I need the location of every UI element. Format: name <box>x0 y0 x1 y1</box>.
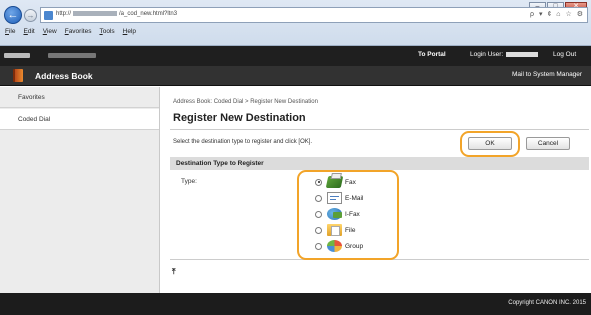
email-icon <box>327 192 342 204</box>
radio-file[interactable] <box>315 226 322 234</box>
copyright-text: Copyright CANON INC. 2015 <box>508 300 586 306</box>
home-icon[interactable]: ⌂ <box>556 11 560 18</box>
type-label: Type: <box>181 178 197 185</box>
option-label: E-Mail <box>345 194 364 202</box>
menu-edit[interactable]: Edit <box>24 26 35 38</box>
sidebar: Favorites Coded Dial <box>0 87 160 293</box>
browser-menu-bar: File Edit View Favorites Tools Help <box>0 26 136 38</box>
address-tools: ρ ▾ ¢ ⌂ ☆ ⚙ <box>527 10 583 18</box>
title-divider <box>170 129 589 130</box>
breadcrumb: Address Book: Coded Dial > Register New … <box>173 99 318 105</box>
address-bar[interactable]: http:// /a_cod_new.html?ltn3 ρ ▾ ¢ ⌂ ☆ ⚙ <box>40 7 588 23</box>
menu-favorites[interactable]: Favorites <box>65 26 92 38</box>
fax-icon <box>325 176 344 188</box>
file-icon <box>327 224 342 236</box>
refresh-icon[interactable]: ¢ <box>547 11 551 18</box>
to-portal-link[interactable]: To Portal <box>418 51 446 58</box>
dropdown-icon[interactable]: ▾ <box>539 11 543 18</box>
option-label: Group <box>345 242 364 250</box>
address-book-icon <box>13 69 23 82</box>
forward-button[interactable]: → <box>24 9 37 22</box>
app-title: Address Book <box>35 71 93 81</box>
browser-chrome: – □ ✕ ← → http:///a_cod_new.html?ltn3 ρ … <box>0 0 591 46</box>
option-ifax[interactable]: I-Fax <box>315 207 360 221</box>
favorites-star-icon[interactable]: ☆ <box>565 11 571 18</box>
group-icon <box>327 240 342 252</box>
option-fax[interactable]: Fax <box>315 175 356 189</box>
redacted-device-name <box>4 53 30 58</box>
address-url[interactable]: http:// /a_cod_new.html?ltn3 <box>56 11 177 17</box>
cancel-button[interactable]: Cancel <box>526 137 570 150</box>
redacted-device-info <box>48 53 96 58</box>
radio-group[interactable] <box>315 242 322 250</box>
page-favicon-icon <box>44 11 53 20</box>
settings-gear-icon[interactable]: ⚙ <box>577 11 583 18</box>
back-button[interactable]: ← <box>4 6 22 24</box>
option-group[interactable]: Group <box>315 239 363 253</box>
log-out-link[interactable]: Log Out <box>553 51 576 58</box>
option-label: I-Fax <box>345 210 360 218</box>
option-label: File <box>345 226 356 234</box>
menu-tools[interactable]: Tools <box>99 26 114 38</box>
menu-help[interactable]: Help <box>123 26 136 38</box>
sidebar-item-favorites[interactable]: Favorites <box>0 87 159 108</box>
main-content: Address Book: Coded Dial > Register New … <box>160 87 591 293</box>
redacted-host <box>73 11 118 16</box>
redacted-username <box>506 51 539 57</box>
menu-view[interactable]: View <box>43 26 57 38</box>
page-title: Register New Destination <box>173 112 306 124</box>
section-heading: Destination Type to Register <box>170 157 589 170</box>
radio-ifax[interactable] <box>315 210 322 218</box>
menu-file[interactable]: File <box>5 26 16 38</box>
option-file[interactable]: File <box>315 223 355 237</box>
ok-button[interactable]: OK <box>468 137 512 150</box>
sidebar-item-coded-dial[interactable]: Coded Dial <box>0 109 159 130</box>
option-label: Fax <box>345 178 356 186</box>
login-user: Login User: <box>470 51 539 58</box>
login-user-label: Login User: <box>470 51 504 58</box>
instruction-text: Select the destination type to register … <box>173 139 313 145</box>
radio-email[interactable] <box>315 194 322 202</box>
radio-fax[interactable] <box>315 178 322 186</box>
search-icon[interactable]: ρ <box>530 11 534 18</box>
app-header: Address Book Mail to System Manager <box>0 66 591 86</box>
mail-to-system-manager-link[interactable]: Mail to System Manager <box>512 71 582 78</box>
url-suffix: /a_cod_new.html?ltn3 <box>119 11 178 18</box>
option-email[interactable]: E-Mail <box>315 191 363 205</box>
url-prefix: http:// <box>56 11 72 18</box>
scroll-top-icon[interactable]: ⤒ <box>172 267 176 277</box>
ifax-icon <box>327 208 342 220</box>
portal-bar: To Portal Login User: Log Out <box>0 46 591 66</box>
footer: Copyright CANON INC. 2015 <box>0 293 591 315</box>
